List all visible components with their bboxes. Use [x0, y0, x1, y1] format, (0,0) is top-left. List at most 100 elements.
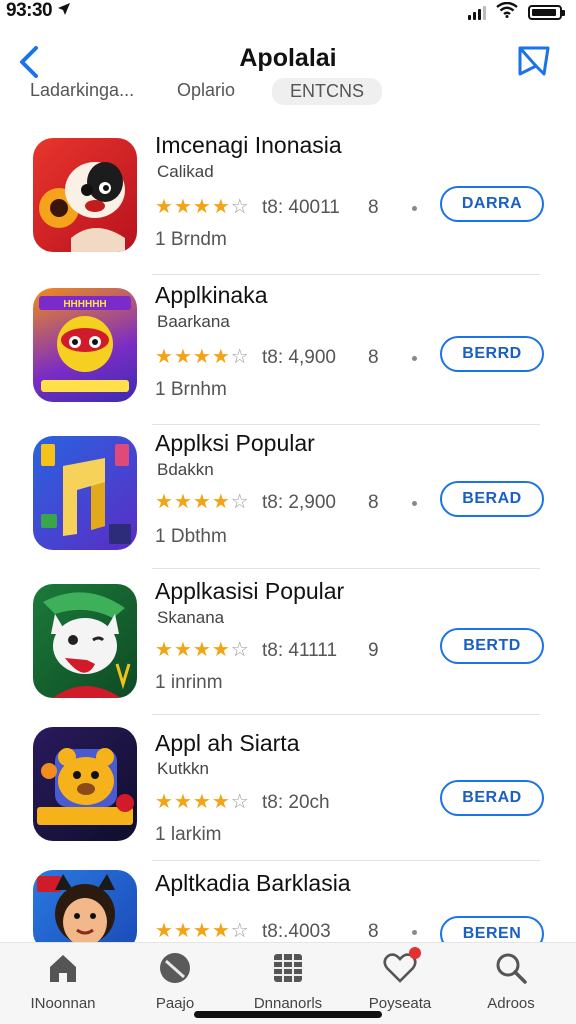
star-icon: ★: [211, 491, 230, 513]
rank-number: 8: [368, 492, 379, 513]
separator-dot: [412, 930, 417, 935]
app-size: 1 inrinm: [155, 672, 223, 693]
category-tabs: Ladarkinga... Oplario ENTCNS: [0, 76, 576, 112]
star-icon: ★: [155, 920, 173, 942]
rank-number: 8: [368, 347, 379, 368]
battery-icon: [528, 5, 565, 20]
app-subtitle: Bdakkn: [157, 460, 214, 479]
tab-search[interactable]: Adroos: [456, 951, 566, 1012]
tab-label: INoonnan: [30, 995, 96, 1012]
separator-dot: [412, 206, 417, 211]
get-button[interactable]: BERTD: [440, 628, 544, 664]
app-name: Apltkadia Barklasia: [155, 870, 351, 896]
star-icon: ★: [192, 346, 211, 368]
divider: [152, 568, 540, 569]
star-icon: ★: [155, 639, 173, 661]
rating-count: t8: 4,900: [262, 347, 336, 368]
compose-button[interactable]: [516, 44, 552, 78]
app-subtitle: Calikad: [157, 162, 214, 181]
pages-icon: [160, 953, 190, 983]
status-time: 93:30: [6, 0, 71, 22]
star-icon: ★: [211, 920, 230, 942]
star-icon: ★: [211, 196, 230, 218]
cellular-signal-icon: [468, 5, 486, 20]
star-rating: ★ ★ ★ ★ ☆: [155, 196, 249, 218]
star-icon: ★: [192, 491, 211, 513]
location-icon: [57, 0, 71, 22]
star-rating: ★ ★ ★ ★ ☆: [155, 491, 249, 513]
app-name: Applksi Popular: [155, 430, 315, 456]
status-time-text: 93:30: [6, 0, 53, 22]
compose-icon: [518, 46, 550, 76]
grid-icon: [274, 954, 302, 982]
app-name: Imcenagi Inonasia: [155, 132, 342, 158]
star-icon: ★: [211, 639, 230, 661]
list-item[interactable]: HHHHHH Applkinaka Baarkana ★ ★ ★ ★ ☆ t8: 4,9…: [0, 274, 576, 425]
home-icon: [50, 955, 76, 982]
svg-text:HHHHHH: HHHHHH: [63, 299, 106, 310]
star-outline-icon: ☆: [230, 346, 249, 368]
star-icon: ★: [192, 920, 211, 942]
tab-label: Paajo: [155, 995, 195, 1012]
app-icon-character[interactable]: [33, 870, 137, 952]
star-outline-icon: ☆: [230, 791, 249, 813]
tab-label: Dnnanorls: [253, 995, 323, 1012]
page-title: Apolalai: [239, 44, 337, 72]
star-icon: ★: [173, 346, 192, 368]
star-icon: ★: [155, 196, 173, 218]
app-subtitle: Kutkkn: [157, 759, 209, 778]
search-icon: [496, 953, 527, 984]
star-rating: ★ ★ ★ ★ ☆: [155, 639, 249, 661]
star-icon: ★: [155, 346, 173, 368]
list-item[interactable]: Appl ah Siarta Kutkkn ★ ★ ★ ★ ☆ t8: 20ch BER…: [0, 714, 576, 861]
star-icon: ★: [173, 920, 192, 942]
star-rating: ★ ★ ★ ★ ☆: [155, 791, 249, 813]
rank-number: 8: [368, 197, 379, 218]
star-icon: ★: [173, 196, 192, 218]
star-icon: ★: [155, 791, 173, 813]
star-rating: ★ ★ ★ ★ ☆: [155, 346, 249, 368]
tab-home[interactable]: INoonnan: [8, 951, 118, 1012]
star-icon: ★: [155, 491, 173, 513]
app-icon-cat[interactable]: [33, 584, 137, 698]
app-name: Applkasisi Popular: [155, 578, 345, 604]
app-icon-mascot[interactable]: [33, 138, 137, 252]
tab-leaderboard[interactable]: Ladarkinga...: [30, 80, 134, 101]
get-button[interactable]: BERAD: [440, 780, 544, 816]
app-subtitle: Skanana: [157, 608, 225, 627]
star-outline-icon: ☆: [230, 196, 249, 218]
tab-label: Adroos: [487, 995, 535, 1012]
star-icon: ★: [173, 791, 192, 813]
star-icon: ★: [192, 196, 211, 218]
app-subtitle: Baarkana: [157, 312, 230, 331]
list-item[interactable]: Imcenagi Inonasia Calikad ★ ★ ★ ★ ☆ t8: 4001…: [0, 124, 576, 275]
status-bar: 93:30: [0, 0, 576, 22]
app-icon-cartoon[interactable]: HHHHHH: [33, 288, 137, 402]
tab-pages[interactable]: Paajo: [120, 951, 230, 1012]
list-item[interactable]: Applksi Popular Bdakkn ★ ★ ★ ★ ☆ t8: 2,900 8…: [0, 422, 576, 569]
star-outline-icon: ☆: [230, 491, 249, 513]
tab-options[interactable]: Oplario: [177, 80, 235, 101]
star-icon: ★: [173, 639, 192, 661]
app-size: 1 larkim: [155, 824, 222, 845]
star-icon: ★: [211, 346, 230, 368]
tab-categories[interactable]: Dnnanorls: [233, 951, 343, 1012]
rating-count: t8:.4003: [262, 921, 331, 942]
notification-badge: [409, 947, 421, 959]
list-item[interactable]: Applkasisi Popular Skanana ★ ★ ★ ★ ☆ t8: 411…: [0, 570, 576, 715]
rank-number: 9: [368, 640, 379, 661]
rank-number: 8: [368, 921, 379, 942]
app-icon-bear[interactable]: [33, 727, 137, 841]
wifi-icon: [496, 1, 518, 23]
tab-label: Poyseata: [368, 995, 432, 1012]
get-button[interactable]: BERRD: [440, 336, 544, 372]
app-size: 1 Brndm: [155, 229, 227, 250]
tab-entries[interactable]: ENTCNS: [272, 78, 383, 105]
get-button[interactable]: DARRA: [440, 186, 544, 222]
tab-favorites[interactable]: Poyseata: [345, 947, 455, 1012]
app-icon-blocks[interactable]: [33, 436, 137, 550]
get-button[interactable]: BERAD: [440, 481, 544, 517]
rating-count: t8: 2,900: [262, 492, 336, 513]
separator-dot: [412, 356, 417, 361]
home-indicator[interactable]: [194, 1011, 382, 1018]
